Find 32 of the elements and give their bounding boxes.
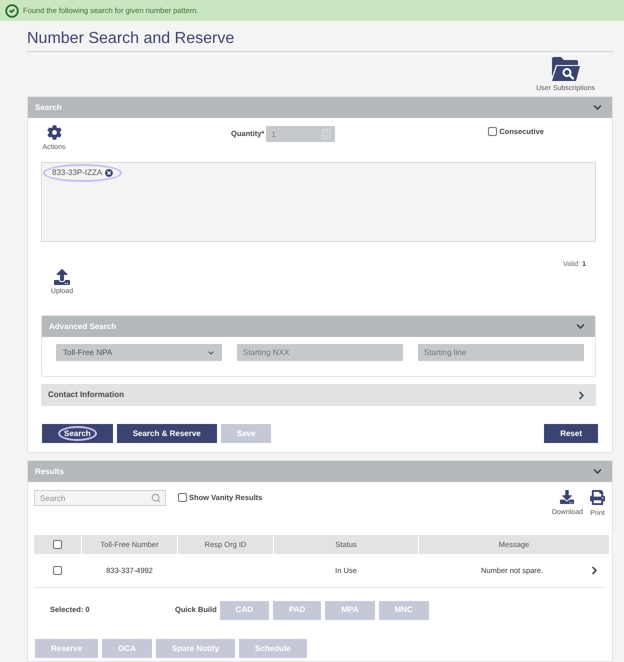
folder-search-icon[interactable] [552,57,580,81]
reset-button[interactable]: Reset [544,424,598,443]
page-title: Number Search and Reserve [27,30,236,48]
panel-title: Search [35,102,62,114]
chevron-down-icon[interactable] [593,467,602,476]
chevron-down-icon[interactable] [576,322,585,331]
printer-icon [590,490,605,505]
pattern-chip[interactable]: 833-33P-IZZA [43,164,122,182]
chevron-down-icon[interactable] [593,103,602,112]
show-vanity-checkbox[interactable] [178,493,187,502]
caret-icon [207,348,215,356]
remove-icon[interactable] [105,169,114,177]
starting-line-field[interactable]: Starting line [418,344,584,361]
contact-information-bar[interactable]: Contact Information [41,384,596,406]
consecutive-checkbox[interactable] [488,127,498,136]
chevron-right-icon[interactable] [577,390,586,400]
results-search-field[interactable]: Search [34,490,166,506]
panel-title: Advanced Search [49,320,116,332]
panel-title: Results [35,466,64,478]
check-circle-icon [5,4,19,18]
select-all-checkbox[interactable] [53,540,62,549]
starting-nxx-field[interactable]: Starting NXX [237,344,403,361]
npa-select[interactable]: Toll-Free NPA [56,344,222,361]
pattern-input-area[interactable]: 833-33P-IZZA [41,162,596,242]
download-icon [560,490,574,504]
gear-icon [46,125,62,140]
row-checkbox[interactable] [53,566,62,575]
chevron-right-icon[interactable] [590,566,599,575]
search-button[interactable]: Search [42,424,113,443]
search-and-reserve-button[interactable]: Search & Reserve [116,424,217,443]
section-title: Contact Information [48,389,124,401]
upload-icon [54,269,70,285]
